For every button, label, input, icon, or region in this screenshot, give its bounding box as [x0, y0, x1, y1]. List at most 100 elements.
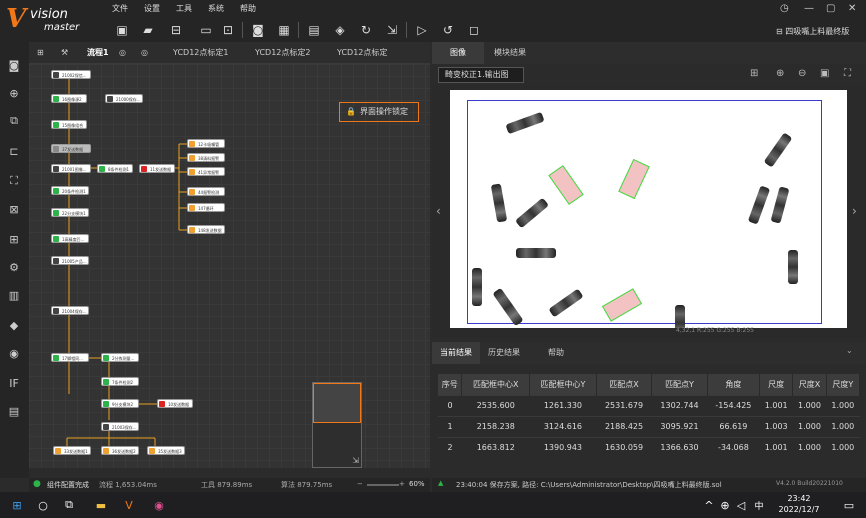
- menu-file[interactable]: 文件: [112, 3, 128, 14]
- chart-icon[interactable]: ▥: [5, 286, 23, 304]
- tab-current-result[interactable]: 当前结果: [432, 342, 480, 364]
- flow-node[interactable]: 22分支模块1: [51, 208, 89, 217]
- export-icon[interactable]: ⇲: [384, 22, 400, 38]
- wrench-icon[interactable]: ⚒: [61, 42, 68, 64]
- close-icon[interactable]: ✕: [848, 3, 856, 14]
- run-loop-icon[interactable]: ↺: [440, 22, 456, 38]
- logic-if-icon[interactable]: IF: [5, 374, 23, 392]
- ime-indicator[interactable]: 中: [750, 496, 768, 514]
- visionmaster-taskbar-icon[interactable]: V: [120, 496, 138, 514]
- save-as-icon[interactable]: ⊟: [168, 22, 184, 38]
- table-row[interactable]: 0 2535.600 1261.330 2531.679 1302.744 -154.42…: [438, 394, 860, 416]
- volume-icon[interactable]: ◁: [732, 496, 750, 514]
- flow-node[interactable]: 21005产品...: [51, 256, 89, 265]
- zoom-in-icon[interactable]: ⊕: [776, 68, 784, 79]
- column-header[interactable]: 序号: [438, 374, 463, 395]
- tree-icon[interactable]: ⊞: [37, 42, 44, 64]
- tab-calib-3[interactable]: YCD12点标定: [337, 42, 387, 64]
- column-header[interactable]: 角度: [707, 374, 761, 395]
- screenshot-icon[interactable]: ⊡: [220, 22, 236, 38]
- clock-date[interactable]: 2022/12/7: [770, 505, 828, 514]
- tab-flow-1[interactable]: 流程1: [87, 42, 109, 64]
- fit-icon[interactable]: ⊞: [750, 68, 758, 79]
- column-header[interactable]: 匹配点X: [596, 374, 653, 395]
- tag-icon[interactable]: ◈: [332, 22, 348, 38]
- flow-canvas[interactable]: 21002保信... 16图像源2 21000保存... 15图像组合 37发送…: [29, 64, 430, 468]
- column-header[interactable]: 匹配框中心Y: [529, 374, 597, 395]
- next-image-icon[interactable]: ›: [852, 204, 857, 218]
- identify-icon[interactable]: ⛶: [5, 172, 23, 190]
- flow-node[interactable]: 20条件检测1: [51, 186, 89, 195]
- camera-icon[interactable]: ◙: [250, 22, 266, 38]
- image-source-select[interactable]: 畸变校正1.输出图: [438, 67, 524, 83]
- column-header[interactable]: 尺度Y: [826, 374, 861, 395]
- notification-icon[interactable]: ▭: [840, 496, 858, 514]
- flow-node[interactable]: 1高精度匹...: [51, 234, 89, 243]
- resize-handle-icon[interactable]: ⇲: [352, 456, 359, 465]
- flow-node[interactable]: 37发送数据: [51, 144, 91, 153]
- table-row[interactable]: 1 2158.238 3124.616 2188.425 3095.921 66.619 1…: [438, 415, 860, 437]
- table-row[interactable]: 2 1663.812 1390.943 1630.059 1366.630 -34.068…: [438, 436, 860, 458]
- flow-node[interactable]: 36发送数据2: [101, 446, 139, 455]
- flow-node[interactable]: 10发送数据: [157, 399, 193, 408]
- settings-icon[interactable]: ⚙: [5, 258, 23, 276]
- flow-node[interactable]: 7条件检测2: [101, 377, 139, 386]
- column-header[interactable]: 匹配点Y: [651, 374, 708, 395]
- calculator-icon[interactable]: ▦: [276, 22, 292, 38]
- actual-size-icon[interactable]: ▣: [820, 68, 829, 79]
- refresh-settings-icon[interactable]: ↻: [358, 22, 374, 38]
- zoom-out-icon[interactable]: −: [357, 480, 363, 488]
- open-folder-icon[interactable]: ▰: [140, 22, 156, 38]
- flow-node[interactable]: 17脚相同...: [51, 353, 89, 362]
- flow-node[interactable]: 35发送数据3: [147, 446, 185, 455]
- locate-icon[interactable]: ⊕: [5, 84, 23, 102]
- flow-node[interactable]: 12卡吸嘴管: [187, 139, 225, 148]
- vm-icon[interactable]: ▤: [306, 22, 322, 38]
- flow-node[interactable]: 21004保存...: [51, 306, 89, 315]
- camera-icon[interactable]: ◙: [5, 56, 23, 74]
- column-header[interactable]: 尺度X: [792, 374, 827, 395]
- minimize-icon[interactable]: —: [804, 3, 814, 14]
- search-icon[interactable]: ○: [34, 496, 52, 514]
- prev-image-icon[interactable]: ‹: [436, 204, 441, 218]
- communication-icon[interactable]: ▤: [5, 402, 23, 420]
- tab-calib-2[interactable]: YCD12点标定2: [255, 42, 310, 64]
- history-icon[interactable]: ◷: [780, 3, 789, 14]
- compare-icon[interactable]: ⊞: [5, 230, 23, 248]
- new-icon[interactable]: ▭: [198, 22, 214, 38]
- flow-node[interactable]: 147循环: [187, 203, 225, 212]
- flow-node[interactable]: 21001图像...: [51, 164, 91, 173]
- flow-node[interactable]: 9分支模块2: [101, 399, 139, 408]
- minimap-viewport[interactable]: [313, 383, 361, 423]
- image-process-icon[interactable]: ⧉: [5, 112, 23, 130]
- flow-node[interactable]: 33发送数据1: [53, 446, 91, 455]
- flow-node[interactable]: 41异常报警: [187, 167, 225, 176]
- menu-settings[interactable]: 设置: [144, 3, 160, 14]
- column-header[interactable]: 匹配框中心X: [461, 374, 531, 395]
- tab-calib-1[interactable]: YCD12点标定1: [173, 42, 228, 64]
- task-view-icon[interactable]: ⧉: [60, 496, 78, 514]
- tab-help[interactable]: 帮助: [548, 342, 564, 364]
- tab-image[interactable]: 图像: [432, 42, 484, 64]
- run-flow-icon[interactable]: ◎: [119, 42, 126, 64]
- paint-icon[interactable]: ◆: [5, 316, 23, 334]
- capture-icon[interactable]: ◉: [5, 344, 23, 362]
- flow-node[interactable]: 15图像组合: [51, 120, 87, 129]
- ui-lock-button[interactable]: 🔒 界面操作锁定: [339, 102, 419, 122]
- flow-node[interactable]: 16图像源2: [51, 94, 87, 103]
- loop-flow-icon[interactable]: ◎: [141, 42, 148, 64]
- zoom-out-icon[interactable]: ⊖: [798, 68, 806, 79]
- file-explorer-icon[interactable]: ▬: [92, 496, 110, 514]
- zoom-slider[interactable]: [367, 484, 399, 486]
- browser-icon[interactable]: ◉: [150, 496, 168, 514]
- tab-module-result[interactable]: 模块结果: [494, 42, 526, 64]
- menu-system[interactable]: 系统: [208, 3, 224, 14]
- flow-node[interactable]: 11发送数据: [139, 164, 175, 173]
- measure-icon[interactable]: ⊏: [5, 142, 23, 160]
- clock-time[interactable]: 23:42: [778, 494, 820, 503]
- flow-node[interactable]: 38清料报警: [187, 153, 225, 162]
- fullscreen-icon[interactable]: ⛶: [844, 68, 851, 79]
- maximize-icon[interactable]: ▢: [826, 3, 835, 14]
- collapse-icon[interactable]: ⌄: [846, 346, 853, 355]
- save-icon[interactable]: ▣: [114, 22, 130, 38]
